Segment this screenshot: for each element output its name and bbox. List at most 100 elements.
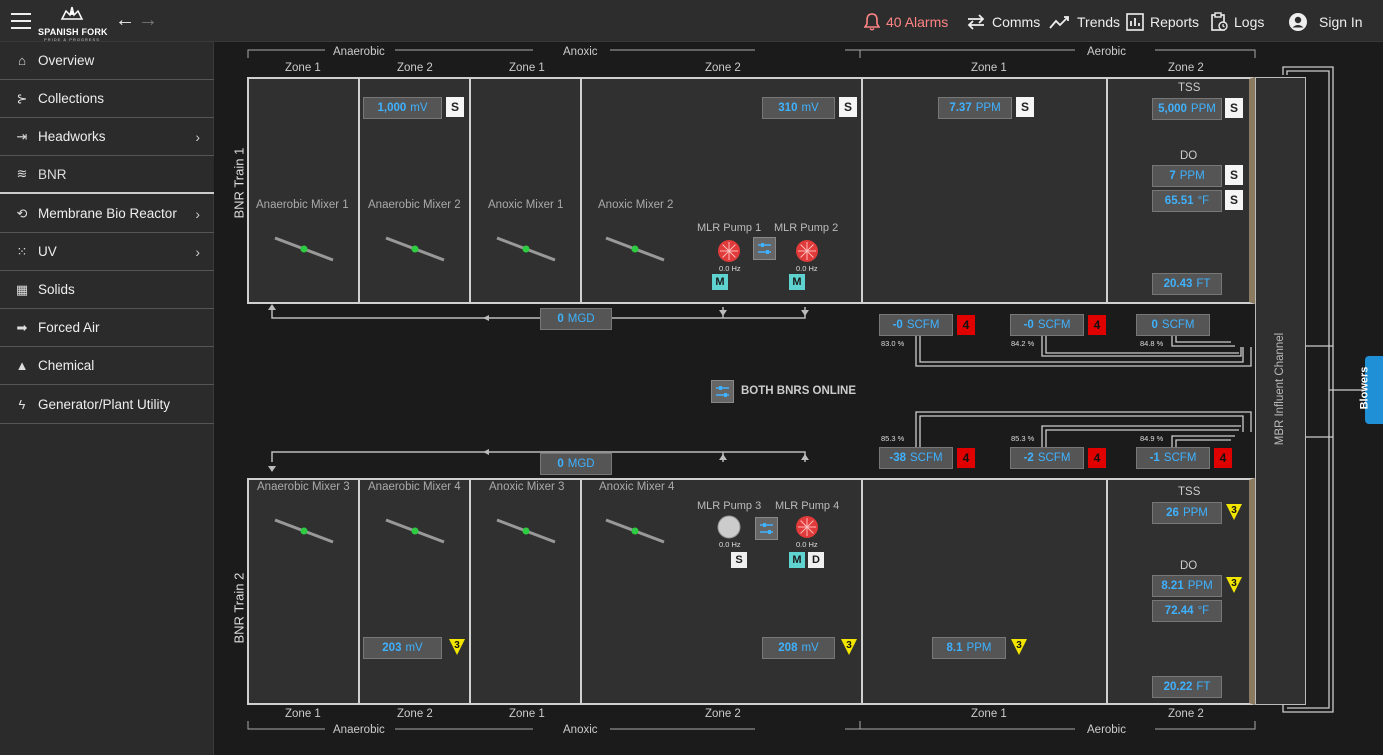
mixer-icon[interactable]: [495, 518, 557, 544]
status-badge[interactable]: S: [446, 97, 464, 117]
status-badge[interactable]: S: [839, 97, 857, 117]
back-arrow-icon[interactable]: ←: [115, 9, 135, 32]
controls-icon[interactable]: [755, 517, 778, 540]
mixer-icon[interactable]: [604, 518, 666, 544]
controls-icon[interactable]: [753, 237, 776, 260]
mixer-icon[interactable]: [273, 518, 335, 544]
value-number: -2: [1023, 452, 1034, 464]
forward-arrow-icon[interactable]: →: [138, 9, 158, 32]
warning-triangle-icon[interactable]: 3: [1225, 576, 1243, 594]
warning-level: 3: [846, 640, 852, 651]
status-badge[interactable]: S: [731, 552, 747, 568]
t2-tss-value[interactable]: 26 PPM: [1152, 502, 1222, 524]
zone-label: Zone 2: [1168, 62, 1204, 74]
value-unit: SCFM: [910, 452, 943, 464]
header-aerobic-top: Aerobic: [1087, 46, 1126, 58]
sidebar-item-collections[interactable]: ⊱ Collections: [0, 80, 214, 118]
mixer-icon[interactable]: [273, 236, 335, 262]
alarm-badge[interactable]: 4: [1088, 448, 1106, 468]
t2-temp-value[interactable]: 72.44 °F: [1152, 600, 1222, 622]
manual-mode-badge[interactable]: M: [789, 552, 805, 568]
logs-button[interactable]: Logs: [1210, 12, 1264, 31]
t1-level-value[interactable]: 20.43 FT: [1152, 273, 1222, 295]
comms-button[interactable]: Comms: [966, 13, 1040, 31]
train1-label: BNR Train 1: [231, 147, 247, 219]
sidebar-item-chemical[interactable]: ▲ Chemical: [0, 347, 214, 385]
t2-level-value[interactable]: 20.22 FT: [1152, 676, 1222, 698]
zone-label: Zone 1: [971, 62, 1007, 74]
sidebar-item-label: UV: [38, 244, 57, 259]
t2-flow-value[interactable]: 0 MGD: [540, 453, 612, 475]
status-badge[interactable]: S: [1225, 98, 1243, 118]
t1-air1-value[interactable]: -0 SCFM: [879, 314, 953, 336]
warning-triangle-icon[interactable]: 3: [840, 638, 858, 656]
hamburger-menu-icon[interactable]: [11, 13, 31, 29]
t1-air2-value[interactable]: -0 SCFM: [1010, 314, 1084, 336]
mixer-icon[interactable]: [604, 236, 666, 262]
t2-air1-value[interactable]: -38 SCFM: [879, 447, 953, 469]
t2-orp2-value[interactable]: 208 mV: [762, 637, 835, 659]
pump-icon[interactable]: [795, 515, 819, 539]
alarm-badge[interactable]: 4: [1214, 448, 1232, 468]
alarms-button[interactable]: 40 Alarms: [864, 13, 948, 31]
sidebar-item-uv[interactable]: ⁙ UV ›: [0, 233, 214, 271]
manual-mode-badge[interactable]: M: [712, 274, 728, 290]
value-number: 20.43: [1163, 278, 1193, 290]
mixer-icon[interactable]: [495, 236, 557, 262]
t1-tss-value[interactable]: 5,000 PPM: [1152, 98, 1222, 120]
mixer-label: Anoxic Mixer 1: [488, 199, 564, 211]
warning-level: 3: [1016, 640, 1022, 651]
sidebar-item-solids[interactable]: ▦ Solids: [0, 271, 214, 309]
t1-flow-value[interactable]: 0 MGD: [540, 308, 612, 330]
sidebar-item-bnr[interactable]: ≋ BNR: [0, 156, 214, 194]
mixer-label: Anoxic Mixer 4: [599, 481, 675, 493]
logo[interactable]: SPANISH FORK PRIDE & PROGRESS: [38, 5, 108, 42]
alarm-badge[interactable]: 4: [1088, 315, 1106, 335]
alarm-badge[interactable]: 4: [957, 448, 975, 468]
pump-label: MLR Pump 2: [774, 222, 839, 234]
pump-icon[interactable]: [795, 239, 819, 263]
sidebar-item-overview[interactable]: ⌂ Overview: [0, 42, 214, 80]
pump-icon[interactable]: [717, 239, 741, 263]
t2-ppm-value[interactable]: 8.1 PPM: [932, 637, 1006, 659]
t2-do-value[interactable]: 8.21 PPM: [1152, 575, 1222, 597]
t1-do-value[interactable]: 7 PPM: [1152, 165, 1222, 187]
user-circle-icon: [1289, 13, 1307, 31]
sidebar-item-headworks[interactable]: ⇥ Headworks ›: [0, 118, 214, 156]
trends-label: Trends: [1077, 14, 1121, 30]
t1-orp2-value[interactable]: 310 mV: [762, 97, 835, 119]
status-badge[interactable]: S: [1016, 97, 1034, 117]
status-badge[interactable]: S: [1225, 190, 1243, 210]
value-unit: SCFM: [1163, 452, 1197, 464]
mixer-icon[interactable]: [384, 236, 446, 262]
t1-ppm-value[interactable]: 7.37 PPM: [938, 97, 1012, 119]
header-anaerobic-bottom: Anaerobic: [333, 724, 385, 736]
t1-temp-value[interactable]: 65.51 °F: [1152, 190, 1222, 212]
status-badge[interactable]: D: [808, 552, 824, 568]
pump-icon[interactable]: [717, 515, 741, 539]
t2-air3-value[interactable]: -1 SCFM: [1136, 447, 1210, 469]
warning-triangle-icon[interactable]: 3: [1225, 503, 1243, 521]
waves-icon: ≋: [16, 166, 28, 181]
manual-mode-badge[interactable]: M: [789, 274, 805, 290]
sidebar-item-membrane-bio-reactor[interactable]: ⟲ Membrane Bio Reactor ›: [0, 195, 214, 233]
warning-triangle-icon[interactable]: 3: [1010, 638, 1028, 656]
t1-air3-value[interactable]: 0 SCFM: [1136, 314, 1210, 336]
sidebar-item-label: Overview: [38, 53, 95, 68]
reports-button[interactable]: Reports: [1126, 13, 1199, 31]
blowers-tab[interactable]: Blowers: [1358, 356, 1383, 424]
sidebar-item-forced-air[interactable]: ➡ Forced Air: [0, 309, 214, 347]
sidebar-item-generator-plant-utility[interactable]: ϟ Generator/Plant Utility: [0, 385, 214, 424]
t1-orp1-value[interactable]: 1,000 mV: [363, 97, 442, 119]
t2-air2-value[interactable]: -2 SCFM: [1010, 447, 1084, 469]
t2-orp1-value[interactable]: 203 mV: [363, 637, 442, 659]
status-badge[interactable]: S: [1225, 165, 1243, 185]
mixer-icon[interactable]: [384, 518, 446, 544]
sign-in-button[interactable]: Sign In: [1288, 13, 1363, 31]
mixer-label: Anaerobic Mixer 4: [368, 481, 461, 493]
alarm-badge[interactable]: 4: [957, 315, 975, 335]
trends-button[interactable]: Trends: [1049, 13, 1120, 31]
warning-triangle-icon[interactable]: 3: [448, 638, 466, 656]
controls-icon[interactable]: [711, 380, 734, 403]
value-unit: MGD: [567, 458, 595, 470]
